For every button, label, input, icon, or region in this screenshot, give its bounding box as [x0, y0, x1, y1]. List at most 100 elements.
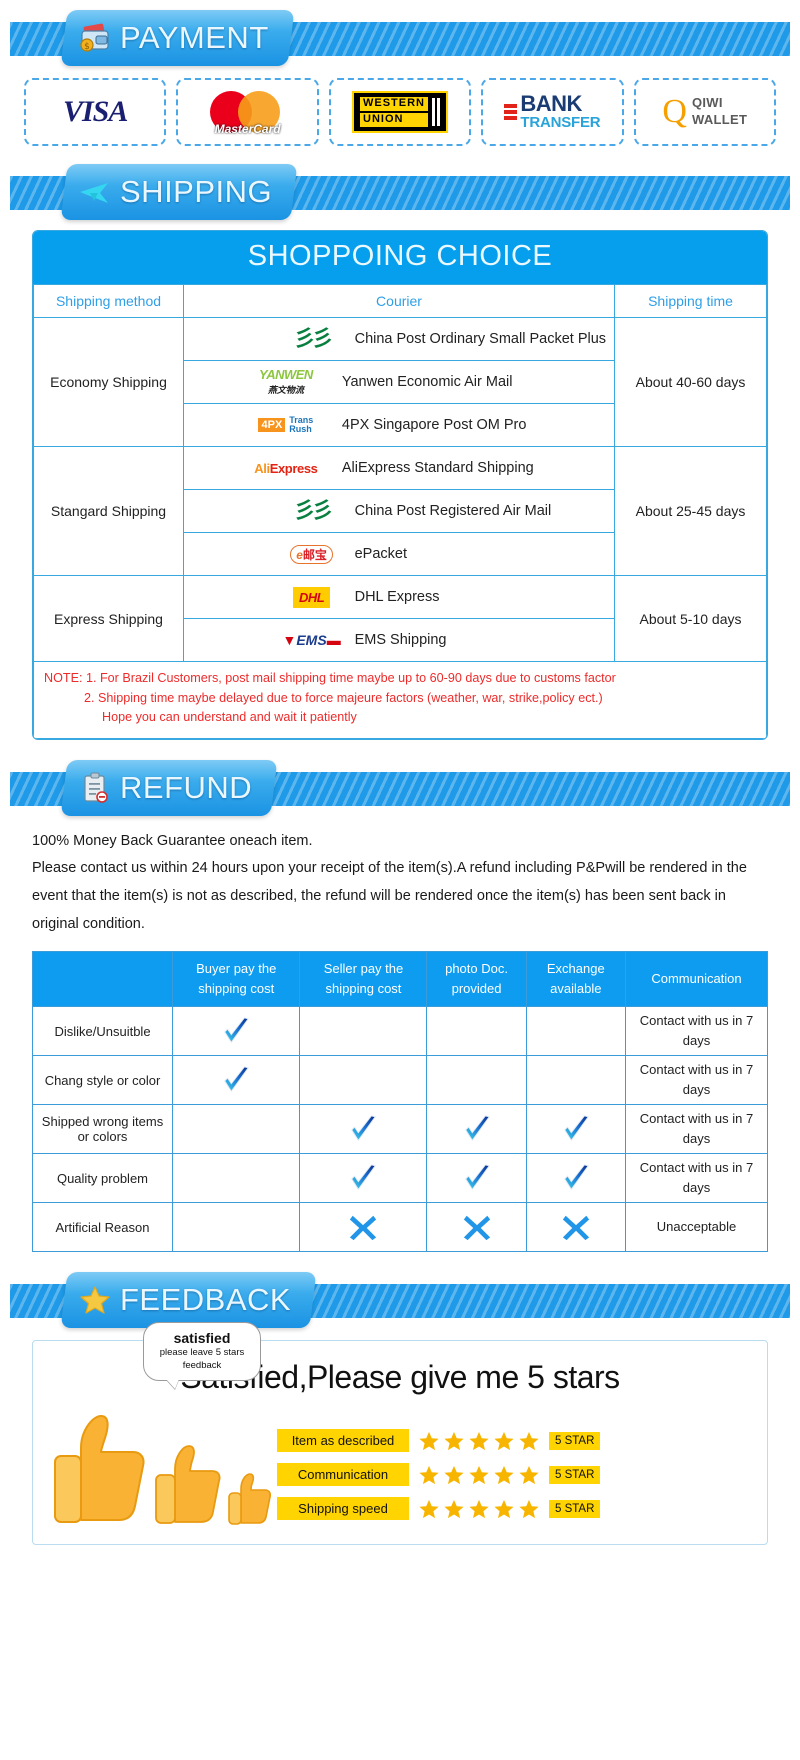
- cell-photo-doc: [426, 1202, 527, 1253]
- shipping-method-economy: Economy Shipping: [33, 317, 184, 447]
- payment-banner-tab: $ PAYMENT: [60, 10, 295, 66]
- courier-label: ePacket: [354, 546, 407, 562]
- ems-logo: ▼EMS▬: [282, 632, 341, 648]
- courier-cell: YANWEN 燕文物流 Yanwen Economic Air Mail: [183, 360, 615, 404]
- bubble-line-1: satisfied: [173, 1330, 231, 1347]
- star-icon: [519, 1499, 539, 1518]
- cell-exchange: [525, 1104, 627, 1155]
- col-buyer-pay: Buyer pay the shipping cost: [171, 950, 301, 1008]
- star-icon: [419, 1499, 439, 1518]
- refund-reason-label: Quality problem: [32, 1153, 173, 1204]
- table-row: Quality problem Contact with us in 7 days: [32, 1153, 768, 1204]
- check-mark-icon: [464, 1164, 490, 1191]
- table-row: Express Shipping DHL DHL Express About 5…: [33, 575, 767, 662]
- refund-reason-label: Chang style or color: [32, 1055, 173, 1106]
- payment-method-mastercard: MasterCard: [176, 78, 319, 146]
- payment-banner: $ PAYMENT: [0, 10, 800, 68]
- col-shipping-time: Shipping time: [614, 284, 767, 318]
- cell-exchange: [525, 1153, 627, 1204]
- courier-label: AliExpress Standard Shipping: [341, 460, 534, 476]
- yanwen-logo: YANWEN 燕文物流: [258, 366, 313, 395]
- courier-cell: 4PX Trans Rush 4PX Singapore Post OM Pro: [183, 403, 615, 447]
- courier-label: EMS Shipping: [354, 632, 447, 648]
- col-courier: Courier: [183, 284, 615, 318]
- courier-label: China Post Ordinary Small Packet Plus: [354, 331, 607, 347]
- bank-line1: BANK: [520, 91, 582, 116]
- check-mark-icon: [224, 1017, 250, 1044]
- dhl-logo: DHL: [279, 584, 345, 610]
- check-mark-icon: [351, 1164, 377, 1191]
- 4px-transrush-logo: 4PX Trans Rush: [240, 412, 332, 438]
- feedback-banner-title: FEEDBACK: [120, 1282, 292, 1318]
- cell-communication: Contact with us in 7 days: [625, 1006, 768, 1057]
- wallet-icon: $: [78, 21, 112, 55]
- star-rating: [418, 1430, 540, 1452]
- thumbs-up-large-icon: [54, 1415, 145, 1524]
- feedback-criteria-label: Item as described: [277, 1429, 409, 1453]
- epacket-logo: e邮宝: [279, 541, 345, 567]
- refund-reason-label: Dislike/Unsuitble: [32, 1006, 173, 1057]
- cell-exchange: [525, 1202, 627, 1253]
- qiwi-wallet-logo: Q QIWI WALLET: [662, 94, 748, 129]
- star-badge: 5 STAR: [549, 1465, 601, 1484]
- cell-seller-pay: [299, 1202, 428, 1253]
- payment-method-western-union: WESTERN UNION: [328, 78, 472, 146]
- shipping-time-economy: About 40-60 days: [614, 317, 767, 447]
- cross-mark-icon: [562, 1215, 589, 1241]
- cell-seller-pay: [299, 1055, 428, 1106]
- shipping-note-2: 2. Shipping time maybe delayed due to fo…: [84, 690, 603, 705]
- feedback-rating-rows: Item as described 5 STAR Communication 5 ST…: [277, 1429, 753, 1526]
- cell-photo-doc: [426, 1006, 527, 1057]
- shipping-table-box: SHOPPOING CHOICE Shipping method Courier…: [32, 230, 768, 740]
- shipping-table-title: SHOPPOING CHOICE: [33, 231, 767, 284]
- refund-paragraph-1: 100% Money Back Guarantee oneach item.: [32, 832, 313, 849]
- col-seller-pay: Seller pay the shipping cost: [299, 950, 428, 1008]
- mastercard-logo: MasterCard: [200, 89, 296, 136]
- mastercard-label: MasterCard: [214, 122, 281, 136]
- bubble-line-2: please leave 5 stars feedback: [159, 1347, 245, 1371]
- courier-cell: AliExpress AliExpress Standard Shipping: [183, 446, 615, 490]
- payment-method-bank-transfer: BANK TRANSFER: [481, 78, 624, 146]
- col-photo-doc: photo Doc. provided: [426, 950, 527, 1008]
- cell-seller-pay: [299, 1104, 428, 1155]
- svg-text:$: $: [84, 42, 90, 52]
- refund-banner: REFUND: [0, 759, 800, 818]
- cell-buyer-pay: [171, 1006, 301, 1057]
- cell-seller-pay: [299, 1006, 428, 1057]
- bank-transfer-logo: BANK TRANSFER: [504, 91, 601, 131]
- courier-cell: e邮宝 ePacket: [183, 532, 615, 576]
- feedback-banner-tab: FEEDBACK: [60, 1272, 317, 1329]
- cell-buyer-pay: [171, 1202, 301, 1253]
- refund-policy-text: 100% Money Back Guarantee oneach item. P…: [0, 818, 800, 943]
- payment-banner-title: PAYMENT: [120, 20, 269, 55]
- table-row: Stangard Shipping AliExpress AliExpress …: [33, 446, 767, 576]
- china-post-logo: 彡彡: [293, 498, 334, 523]
- check-mark-icon: [464, 1115, 490, 1142]
- star-icon: [78, 1283, 112, 1317]
- shipping-method-standard: Stangard Shipping: [33, 446, 184, 576]
- star-icon: [494, 1499, 514, 1518]
- check-mark-icon: [224, 1066, 250, 1093]
- courier-cell: 彡彡 China Post Registered Air Mail: [183, 489, 615, 533]
- refund-banner-tab: REFUND: [60, 759, 278, 816]
- col-exchange: Exchange available: [525, 950, 627, 1008]
- cell-photo-doc: [426, 1153, 527, 1204]
- col-communication: Communication: [625, 950, 768, 1008]
- payment-methods-row: VISA MasterCard WESTERN UNION BANK TRANS…: [0, 68, 800, 154]
- shipping-time-standard: About 25-45 days: [614, 446, 767, 576]
- feedback-rating-row: Shipping speed 5 STAR: [277, 1497, 753, 1521]
- refund-reason-label: Artificial Reason: [32, 1202, 173, 1253]
- star-badge: 5 STAR: [549, 1499, 601, 1518]
- qiwi-line2: WALLET: [691, 112, 748, 127]
- china-post-logo: 彡彡: [293, 326, 334, 351]
- cell-communication: Contact with us in 7 days: [625, 1104, 768, 1155]
- star-icon: [444, 1499, 464, 1518]
- feedback-speech-bubble: satisfied please leave 5 stars feedback: [143, 1322, 261, 1382]
- shipping-banner-tab: SHIPPING: [60, 164, 298, 220]
- star-badge: 5 STAR: [549, 1431, 601, 1450]
- check-mark-icon: [563, 1164, 589, 1191]
- shipping-table: Shipping method Courier Shipping time Ec…: [33, 284, 767, 739]
- feedback-rating-row: Item as described 5 STAR: [277, 1429, 753, 1453]
- shipping-table-header-row: Shipping method Courier Shipping time: [33, 284, 767, 318]
- cell-photo-doc: [426, 1104, 527, 1155]
